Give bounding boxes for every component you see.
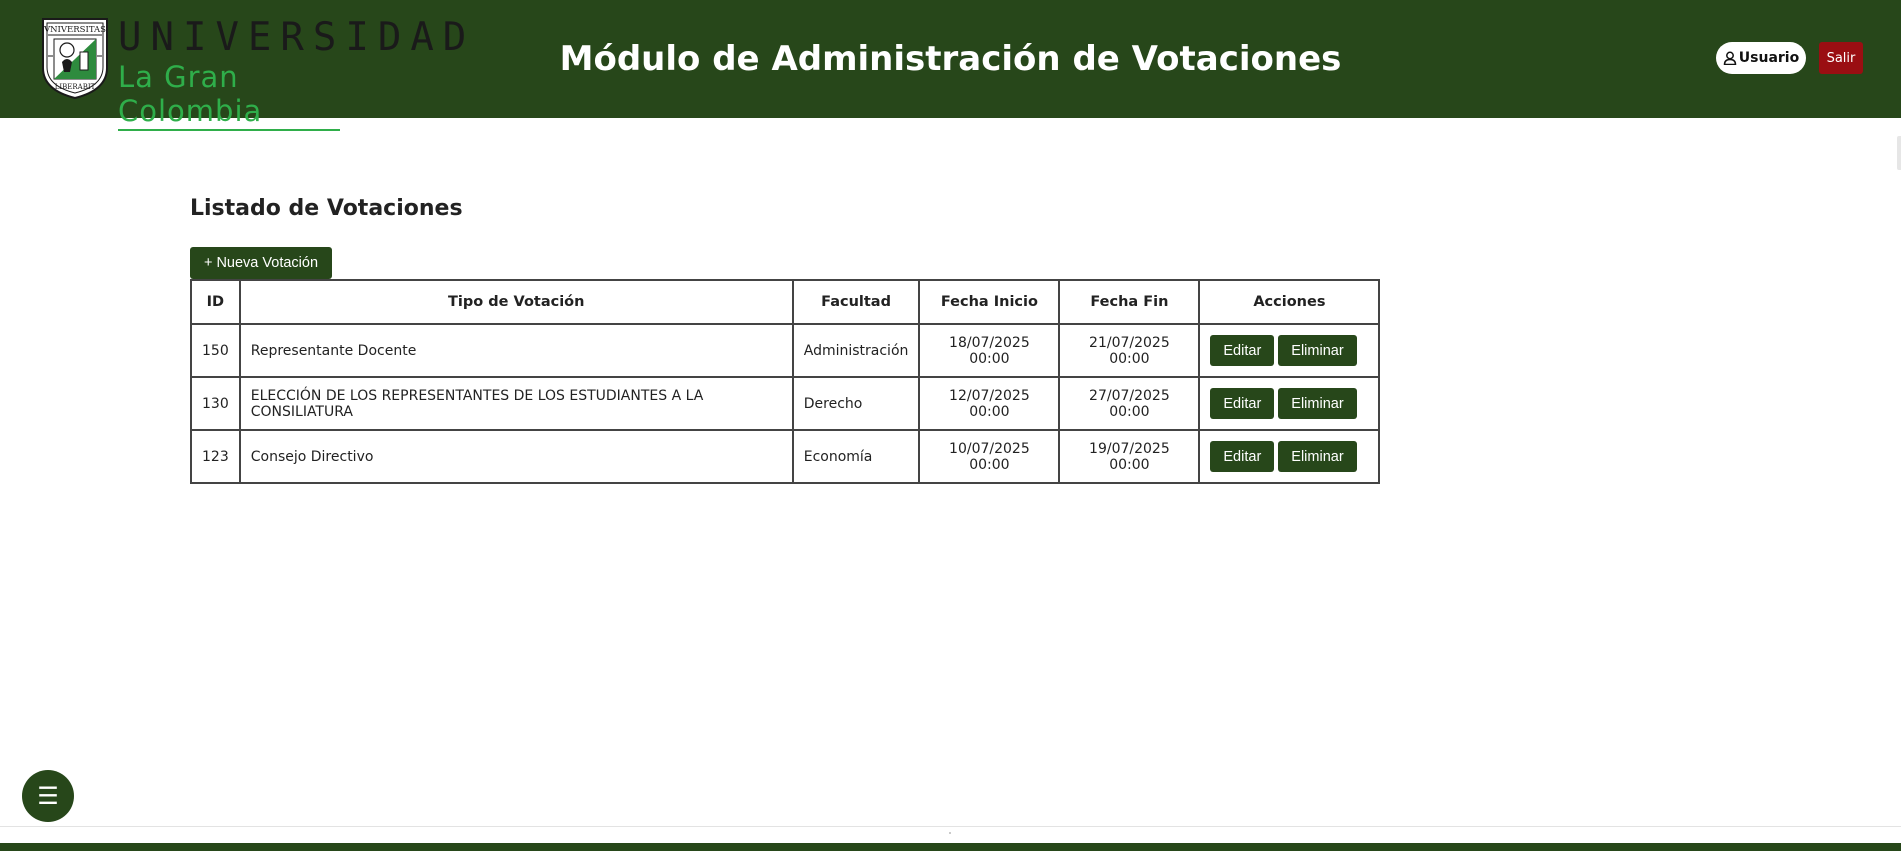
cell-tipo: Consejo Directivo [238,429,794,484]
new-vote-button[interactable]: + Nueva Votación [190,247,332,279]
cell-fecha-fin: 27/07/2025 00:00 [1058,376,1201,431]
table-row: 123 Consejo Directivo Economía 10/07/202… [190,429,1381,484]
hamburger-icon: ☰ [37,782,59,810]
column-header-fecha-fin: Fecha Fin [1058,279,1201,325]
cell-fecha-inicio: 18/07/2025 00:00 [918,323,1061,378]
cell-fecha-fin: 19/07/2025 00:00 [1058,429,1201,484]
votes-table: ID Tipo de Votación Facultad Fecha Inici… [190,279,1381,484]
user-button-label: Usuario [1738,50,1800,66]
cell-fecha-fin: 21/07/2025 00:00 [1058,323,1201,378]
column-header-tipo: Tipo de Votación [238,279,794,325]
delete-button[interactable]: Eliminar [1278,388,1357,419]
column-header-id: ID [190,279,241,325]
edit-button[interactable]: Editar [1210,335,1275,366]
column-header-acciones: Acciones [1198,279,1381,325]
delete-button[interactable]: Eliminar [1278,335,1357,366]
delete-button[interactable]: Eliminar [1278,441,1357,472]
cell-id: 123 [190,429,241,484]
column-header-facultad: Facultad [791,279,921,325]
user-icon [1723,51,1737,65]
cell-facultad: Derecho [791,376,921,431]
edit-button[interactable]: Editar [1210,441,1275,472]
cell-id: 130 [190,376,241,431]
cell-fecha-inicio: 10/07/2025 00:00 [918,429,1061,484]
table-row: 130 ELECCIÓN DE LOS REPRESENTANTES DE LO… [190,376,1381,431]
cell-acciones: Editar Eliminar [1198,429,1381,484]
cell-facultad: Economía [791,429,921,484]
logout-button[interactable]: Salir [1819,42,1863,74]
scrollbar-handle[interactable] [1897,136,1901,170]
resize-handle-icon [949,832,951,834]
cell-acciones: Editar Eliminar [1198,376,1381,431]
top-header: VNIVERSITAS LIBERABIT UNIVERSIDAD La Gra… [0,0,1901,131]
footer-divider [0,826,1901,827]
page-title: Módulo de Administración de Votaciones [559,39,1342,79]
table-row: 150 Representante Docente Administración… [190,323,1381,378]
section-title: Listado de Votaciones [190,196,463,221]
cell-tipo: Representante Docente [238,323,794,378]
cell-tipo: ELECCIÓN DE LOS REPRESENTANTES DE LOS ES… [238,376,794,431]
footer-bar [0,843,1901,851]
column-header-fecha-inicio: Fecha Inicio [918,279,1061,325]
cell-facultad: Administración [791,323,921,378]
cell-fecha-inicio: 12/07/2025 00:00 [918,376,1061,431]
menu-toggle-button[interactable]: ☰ [22,770,74,822]
cell-id: 150 [190,323,241,378]
table-header-row: ID Tipo de Votación Facultad Fecha Inici… [190,279,1381,325]
user-button[interactable]: Usuario [1716,42,1806,74]
cell-acciones: Editar Eliminar [1198,323,1381,378]
edit-button[interactable]: Editar [1210,388,1275,419]
